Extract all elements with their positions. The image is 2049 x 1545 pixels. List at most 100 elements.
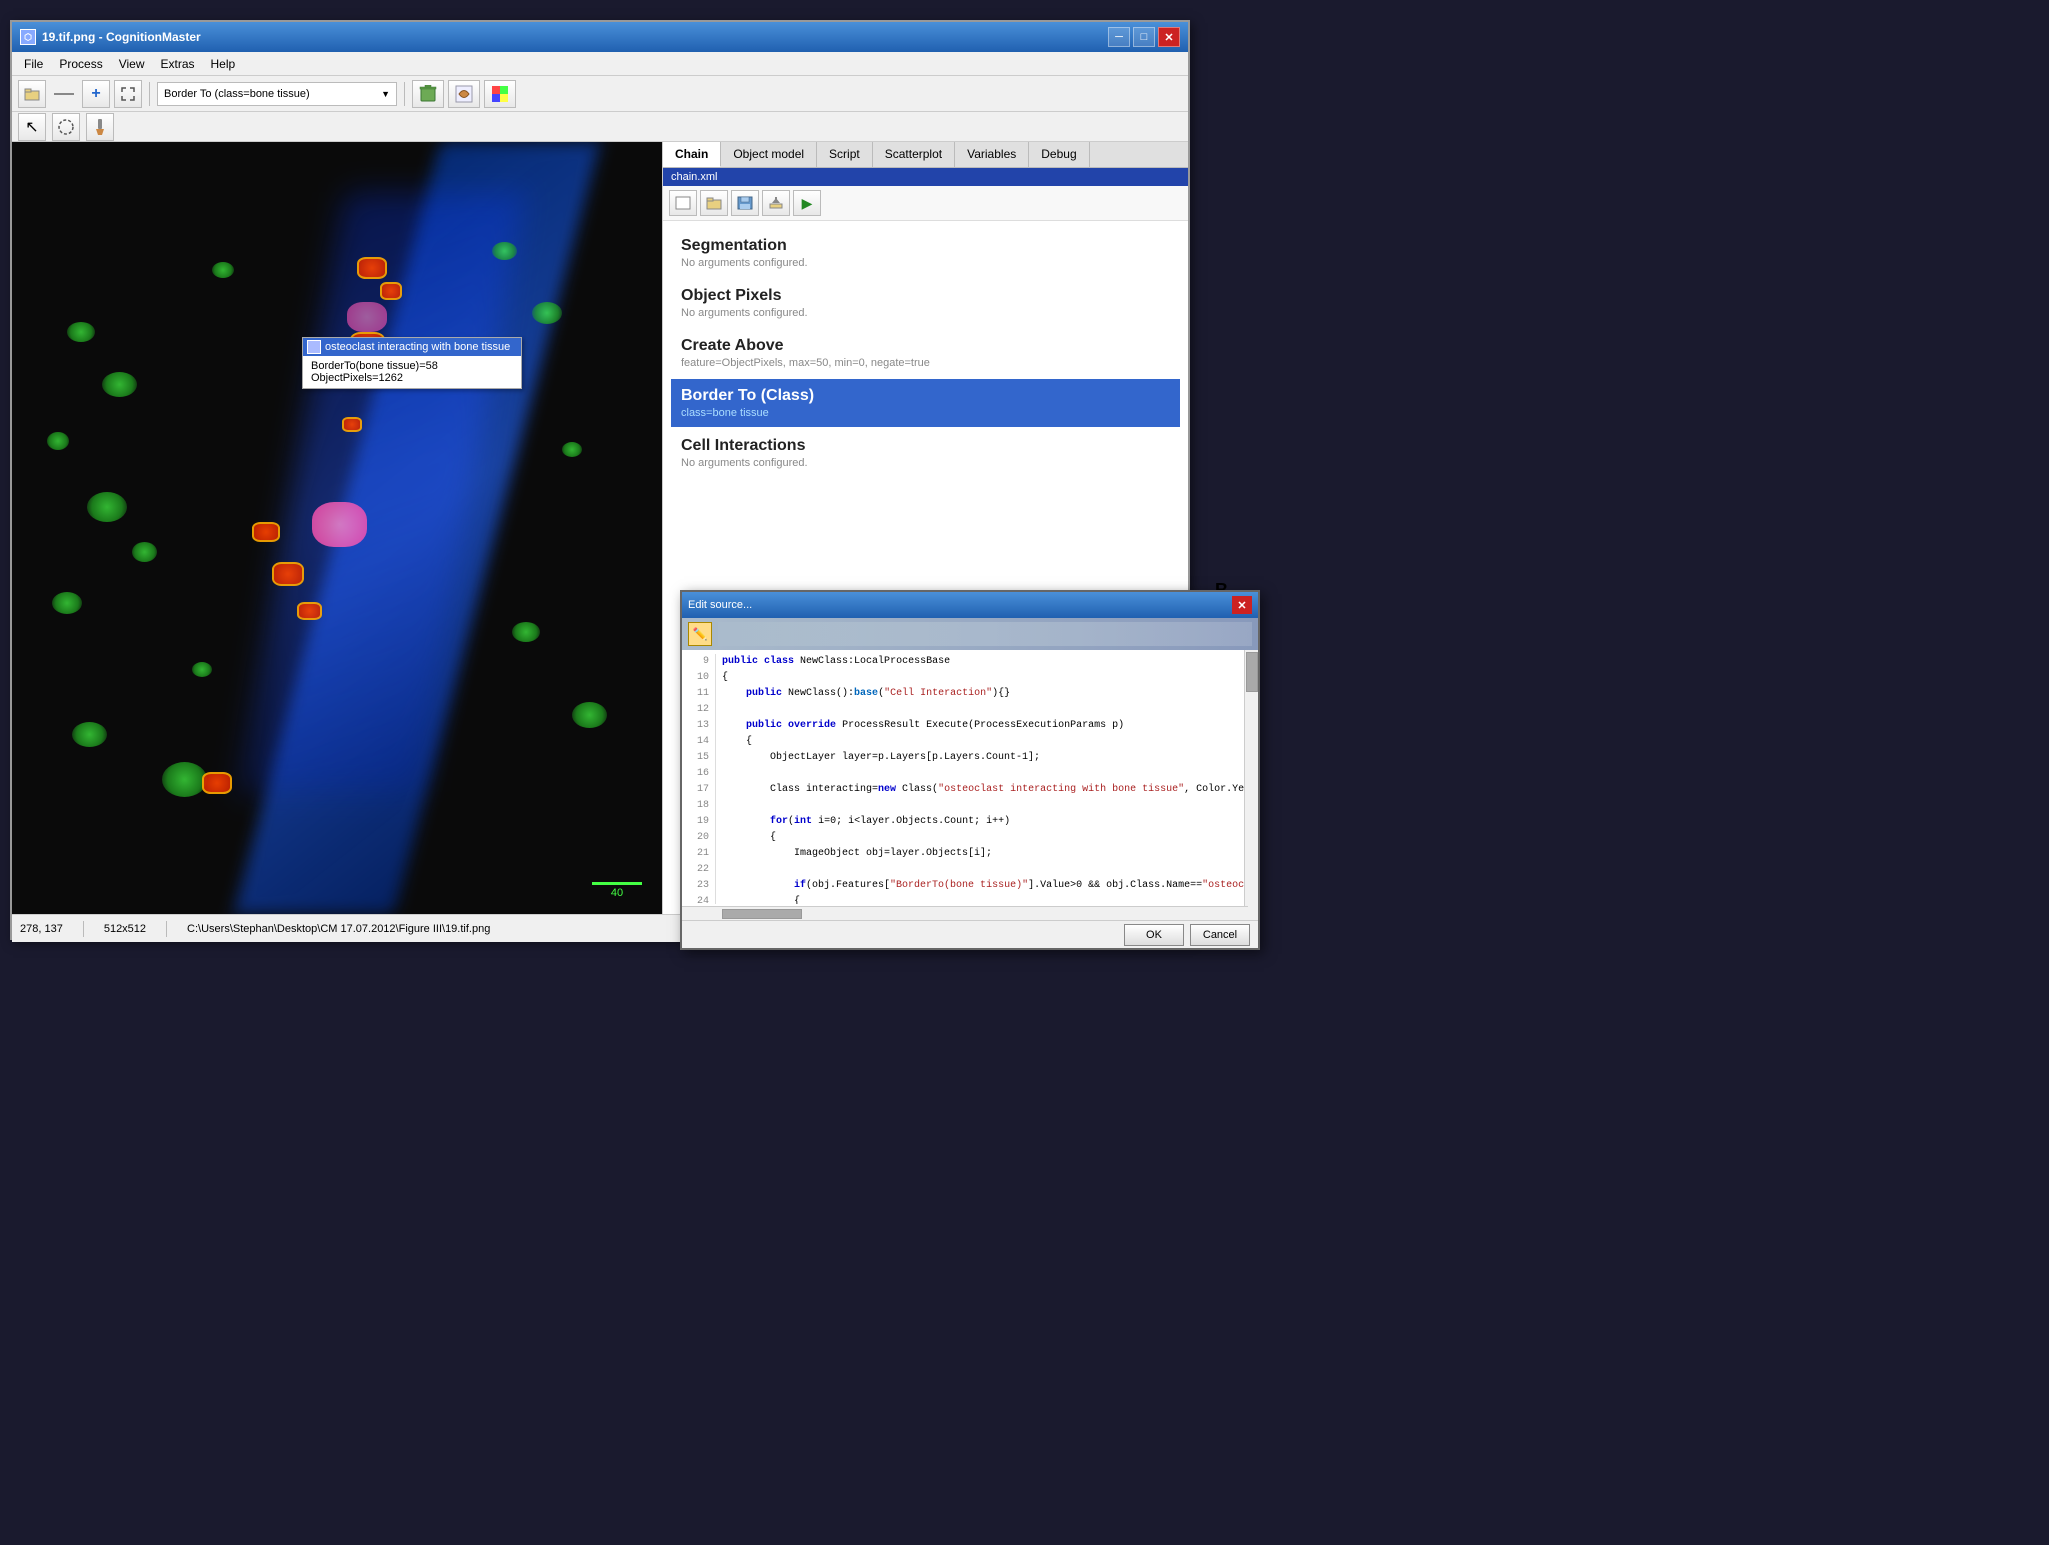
tab-variables[interactable]: Variables — [955, 142, 1029, 167]
menu-extras[interactable]: Extras — [153, 55, 203, 73]
code-line-15: 15 ObjectLayer layer=p.Layers[p.Layers.C… — [688, 750, 1252, 766]
green-cell-5 — [132, 542, 157, 562]
edit-tool-icon[interactable]: ✏️ — [688, 622, 712, 646]
hscroll-thumb[interactable] — [722, 909, 802, 919]
green-cell-14 — [572, 702, 607, 728]
microscopy-image: osteoclast interacting with bone tissue … — [12, 142, 662, 914]
open-button[interactable] — [18, 80, 46, 108]
object-pixels-sub: No arguments configured. — [681, 307, 1170, 319]
image-panel[interactable]: osteoclast interacting with bone tissue … — [12, 142, 662, 914]
green-cell-6 — [52, 592, 82, 614]
code-line-14: 14 { — [688, 734, 1252, 750]
green-cell-4 — [87, 492, 127, 522]
segmentation-title: Segmentation — [681, 237, 1170, 255]
scale-line — [592, 882, 642, 885]
menu-bar: File Process View Extras Help — [12, 52, 1188, 76]
scale-bar: 40 — [592, 882, 642, 899]
code-line-11: 11 public NewClass():base("Cell Interact… — [688, 686, 1252, 702]
segmentation-sub: No arguments configured. — [681, 257, 1170, 269]
chain-item-segmentation[interactable]: Segmentation No arguments configured. — [671, 229, 1180, 277]
cancel-button[interactable]: Cancel — [1190, 924, 1250, 946]
menu-file[interactable]: File — [16, 55, 51, 73]
red-cell-1 — [357, 257, 387, 279]
secondary-toolbar: ↖ — [12, 112, 1188, 142]
edit-window-title: Edit source... — [688, 599, 752, 611]
menu-help[interactable]: Help — [203, 55, 244, 73]
open-chain-btn[interactable] — [700, 190, 728, 216]
green-cell-9 — [162, 762, 207, 797]
tab-debug[interactable]: Debug — [1029, 142, 1089, 167]
paint-tool[interactable] — [86, 113, 114, 141]
green-cell-15 — [212, 262, 234, 278]
tooltip-line2: ObjectPixels=1262 — [311, 372, 513, 384]
color-button[interactable] — [484, 80, 516, 108]
chain-toolbar: ▶ — [663, 186, 1188, 221]
create-above-sub: feature=ObjectPixels, max=50, min=0, neg… — [681, 357, 1170, 369]
trash-button[interactable] — [412, 80, 444, 108]
window-controls: ─ □ ✕ — [1108, 27, 1180, 47]
select-tool[interactable]: ↖ — [18, 113, 46, 141]
process-dropdown[interactable]: Border To (class=bone tissue) ▼ — [157, 82, 397, 106]
edit-close-button[interactable]: ✕ — [1232, 596, 1252, 614]
border-to-title: Border To (Class) — [681, 387, 1170, 405]
code-scrollbar[interactable] — [1244, 650, 1258, 924]
red-cell-8 — [252, 522, 280, 542]
code-line-21: 21 ImageObject obj=layer.Objects[i]; — [688, 846, 1252, 862]
toolbar-sep1 — [149, 82, 150, 106]
red-cell-9 — [202, 772, 232, 794]
green-cell-13 — [512, 622, 540, 642]
chain-item-object-pixels[interactable]: Object Pixels No arguments configured. — [671, 279, 1180, 327]
scale-label: 40 — [611, 887, 623, 899]
segmentation-button[interactable] — [448, 80, 480, 108]
menu-view[interactable]: View — [111, 55, 153, 73]
minimize-button[interactable]: ─ — [1108, 27, 1130, 47]
chain-file-bar: chain.xml — [663, 168, 1188, 186]
chain-item-cell-interactions[interactable]: Cell Interactions No arguments configure… — [671, 429, 1180, 477]
edit-dialog-buttons: OK Cancel — [682, 920, 1258, 948]
fit-button[interactable] — [114, 80, 142, 108]
tab-script[interactable]: Script — [817, 142, 873, 167]
save-chain-btn[interactable] — [731, 190, 759, 216]
tab-object-model[interactable]: Object model — [721, 142, 817, 167]
file-path: C:\Users\Stephan\Desktop\CM 17.07.2012\F… — [187, 923, 490, 935]
red-cell-6 — [272, 562, 304, 586]
chain-item-create-above[interactable]: Create Above feature=ObjectPixels, max=5… — [671, 329, 1180, 377]
ok-button[interactable]: OK — [1124, 924, 1184, 946]
download-chain-btn[interactable] — [762, 190, 790, 216]
title-bar: ⬡ 19.tif.png - CognitionMaster ─ □ ✕ — [12, 22, 1188, 52]
code-editor[interactable]: 9 public class NewClass:LocalProcessBase… — [682, 650, 1258, 904]
lasso-tool[interactable] — [52, 113, 80, 141]
code-line-12: 12 — [688, 702, 1252, 718]
code-line-16: 16 — [688, 766, 1252, 782]
red-cell-7 — [297, 602, 322, 620]
new-chain-btn[interactable] — [669, 190, 697, 216]
chain-file-name: chain.xml — [671, 171, 717, 183]
menu-process[interactable]: Process — [51, 55, 110, 73]
green-cell-2 — [102, 372, 137, 397]
pink-blob-2 — [347, 302, 387, 332]
green-cell-11 — [532, 302, 562, 324]
dropdown-text: Border To (class=bone tissue) — [164, 88, 310, 100]
add-button[interactable]: + — [82, 80, 110, 108]
code-line-10: 10 { — [688, 670, 1252, 686]
status-sep1 — [83, 921, 84, 937]
tab-scatterplot[interactable]: Scatterplot — [873, 142, 955, 167]
run-chain-btn[interactable]: ▶ — [793, 190, 821, 216]
edit-title-bar: Edit source... ✕ — [682, 592, 1258, 618]
close-button[interactable]: ✕ — [1158, 27, 1180, 47]
green-cell-12 — [562, 442, 582, 457]
red-cell-5 — [342, 417, 362, 432]
code-line-24: 24 { — [688, 894, 1252, 904]
chain-item-border-to[interactable]: Border To (Class) class=bone tissue — [671, 379, 1180, 427]
maximize-button[interactable]: □ — [1133, 27, 1155, 47]
edit-toolbar: ✏️ — [682, 618, 1258, 650]
green-cell-10 — [492, 242, 517, 260]
scroll-thumb[interactable] — [1246, 652, 1258, 692]
tooltip-icon — [307, 340, 321, 354]
cell-interactions-title: Cell Interactions — [681, 437, 1170, 455]
code-line-22: 22 — [688, 862, 1252, 878]
code-hscrollbar[interactable] — [682, 906, 1248, 920]
tab-chain[interactable]: Chain — [663, 142, 721, 167]
window-title: 19.tif.png - CognitionMaster — [42, 30, 201, 44]
code-line-20: 20 { — [688, 830, 1252, 846]
